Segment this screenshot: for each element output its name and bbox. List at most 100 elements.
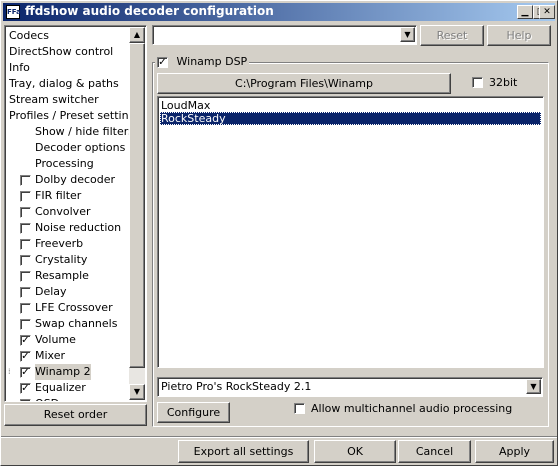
apply-button[interactable]: Apply: [475, 440, 554, 463]
tree-item-checkbox[interactable]: [20, 255, 31, 266]
close-icon: ✕: [543, 7, 551, 17]
bit32-checkbox[interactable]: [472, 77, 483, 88]
tree-item-label: Decoder options: [35, 141, 126, 154]
winamp-dsp-checkbox[interactable]: ✓: [157, 57, 168, 68]
tree-item-checkbox[interactable]: ✓: [20, 383, 31, 394]
bit32-label: 32bit: [489, 76, 518, 89]
tree-item-label: Volume: [35, 333, 76, 346]
reset-order-button[interactable]: Reset order: [4, 404, 147, 426]
tree-item[interactable]: Convolver: [7, 204, 131, 220]
tree-item-label: FIR filter: [35, 189, 82, 202]
tree-item-checkbox[interactable]: [20, 303, 31, 314]
tree-item-label: Show / hide filters: [35, 125, 134, 138]
tree-item[interactable]: Codecs: [7, 28, 131, 44]
window-title: ffdshow audio decoder configuration: [25, 4, 274, 18]
tree-item[interactable]: Processing: [7, 156, 131, 172]
tree-item[interactable]: Info: [7, 60, 131, 76]
plugin-module-combo[interactable]: Pietro Pro's RockSteady 2.1 ▼: [157, 377, 543, 397]
tree-item-label: LFE Crossover: [35, 301, 113, 314]
tree-item-label: Codecs: [9, 29, 49, 42]
filter-tree[interactable]: Codecs DirectShow control Info Tray, dialog…: [4, 25, 147, 402]
minimize-icon: ▁: [521, 7, 529, 17]
winamp-dsp-legend[interactable]: ✓ Winamp DSP: [155, 55, 250, 69]
preset-combo[interactable]: ▼: [152, 25, 417, 45]
footer-separator: [1, 436, 557, 438]
tree-item-label: Noise reduction: [35, 221, 122, 234]
tree-item[interactable]: DirectShow control: [7, 44, 131, 60]
tree-item[interactable]: Show / hide filters: [7, 124, 134, 140]
tree-item-label: Resample: [35, 269, 89, 282]
title-bar[interactable]: FFa ffdshow audio decoder configuration …: [3, 3, 555, 21]
tree-item[interactable]: Swap channels: [7, 316, 131, 332]
ok-button[interactable]: OK: [314, 440, 396, 463]
tree-item-checkbox[interactable]: [20, 223, 31, 234]
arrow-down-icon: ▼: [133, 387, 141, 396]
minimize-button[interactable]: ▁: [517, 5, 533, 19]
tree-item-label: Processing: [35, 157, 94, 170]
drag-handle-icon: ⁞: [8, 367, 11, 376]
tree-item[interactable]: Tray, dialog & paths: [7, 76, 131, 92]
tree-item[interactable]: Stream switcher: [7, 92, 131, 108]
tree-item[interactable]: Dolby decoder: [7, 172, 131, 188]
tree-item-checkbox[interactable]: [20, 399, 31, 401]
close-button[interactable]: ✕: [539, 5, 555, 19]
tree-item-checkbox[interactable]: [20, 271, 31, 282]
tree-item-label: OSD: [35, 396, 59, 401]
tree-item-checkbox[interactable]: [20, 191, 31, 202]
tree-item[interactable]: Profiles / Preset settings: [7, 108, 141, 124]
tree-item[interactable]: Delay: [7, 284, 131, 300]
tree-item[interactable]: Resample: [7, 268, 131, 284]
tree-item[interactable]: LFE Crossover: [7, 300, 131, 316]
multichannel-label: Allow multichannel audio processing: [311, 402, 513, 415]
plugin-list-item[interactable]: LoudMax: [160, 99, 541, 112]
module-dropdown-button[interactable]: ▼: [526, 379, 541, 394]
tree-item[interactable]: OSD: [7, 396, 131, 401]
tree-item[interactable]: ✓ Winamp 2 ⁞: [7, 364, 131, 380]
tree-scrollbar[interactable]: ▲ ▼: [129, 27, 145, 400]
tree-item-label: Info: [9, 61, 30, 74]
tree-item[interactable]: FIR filter: [7, 188, 131, 204]
chevron-down-icon: ▼: [530, 382, 537, 391]
tree-item[interactable]: ✓ Equalizer: [7, 380, 131, 396]
cancel-button[interactable]: Cancel: [398, 440, 471, 463]
tree-item-label: Convolver: [35, 205, 91, 218]
tree-item-checkbox[interactable]: ✓: [20, 335, 31, 346]
tree-item[interactable]: ✓ Mixer: [7, 348, 131, 364]
tree-item[interactable]: Decoder options: [7, 140, 131, 156]
dialog-window: FFa ffdshow audio decoder configuration …: [0, 0, 558, 466]
tree-item[interactable]: ✓ Volume: [7, 332, 131, 348]
tree-item-label: Stream switcher: [9, 93, 99, 106]
tree-item-checkbox[interactable]: ✓: [20, 351, 31, 362]
app-icon: FFa: [6, 5, 21, 19]
tree-item[interactable]: Freeverb: [7, 236, 131, 252]
winamp-path-button[interactable]: C:\Program Files\Winamp: [157, 73, 451, 94]
export-settings-button[interactable]: Export all settings: [178, 440, 309, 463]
tree-item-label: DirectShow control: [9, 45, 114, 58]
multichannel-checkbox[interactable]: [294, 403, 305, 414]
reset-button[interactable]: Reset: [420, 25, 484, 46]
configure-button[interactable]: Configure: [157, 402, 230, 423]
tree-items: Codecs DirectShow control Info Tray, dialog…: [7, 28, 141, 401]
tree-item-checkbox[interactable]: [20, 175, 31, 186]
scroll-up-button[interactable]: ▲: [129, 27, 145, 43]
tree-item-checkbox[interactable]: [20, 207, 31, 218]
tree-item-label: Delay: [35, 285, 67, 298]
tree-item-checkbox[interactable]: [20, 319, 31, 330]
tree-item-checkbox[interactable]: [20, 287, 31, 298]
combo-dropdown-button[interactable]: ▼: [400, 27, 415, 42]
tree-item-label: Crystality: [35, 253, 88, 266]
chevron-down-icon: ▼: [404, 30, 411, 39]
scroll-thumb[interactable]: [129, 43, 145, 368]
tree-item-label: Mixer: [35, 349, 66, 362]
tree-item-checkbox[interactable]: ✓: [20, 367, 31, 378]
plugin-list-item[interactable]: RockSteady: [160, 112, 541, 125]
tree-item-checkbox[interactable]: [20, 239, 31, 250]
tree-item[interactable]: Crystality: [7, 252, 131, 268]
plugin-list[interactable]: LoudMax RockSteady: [157, 96, 544, 368]
arrow-up-icon: ▲: [133, 30, 141, 39]
tree-item[interactable]: Noise reduction: [7, 220, 131, 236]
tree-item-label: Equalizer: [35, 381, 86, 394]
help-button[interactable]: Help: [487, 25, 551, 46]
tree-item-label: Swap channels: [35, 317, 118, 330]
scroll-down-button[interactable]: ▼: [129, 384, 145, 400]
